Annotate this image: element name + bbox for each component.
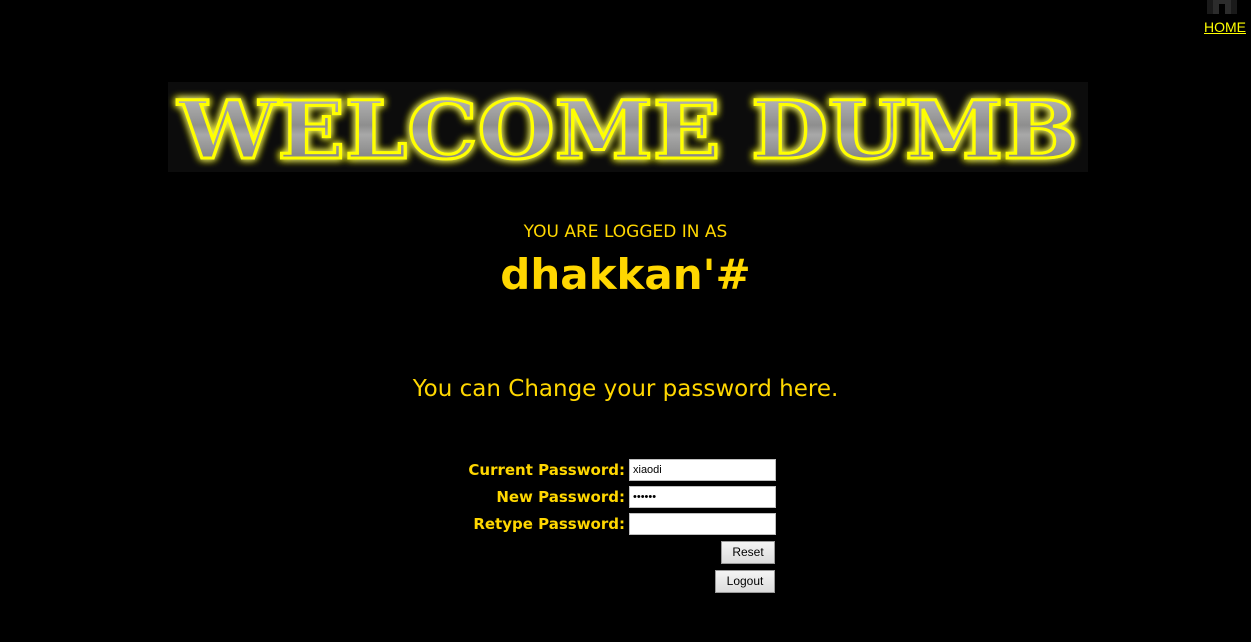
- welcome-banner: WELCOME DUMB: [168, 82, 1088, 172]
- current-password-input[interactable]: [629, 459, 776, 481]
- retype-password-label: Retype Password:: [473, 515, 625, 533]
- logout-button[interactable]: Logout: [715, 570, 775, 593]
- retype-password-input[interactable]: [629, 513, 776, 535]
- home-link[interactable]: HOME: [1204, 19, 1246, 35]
- username: dhakkan'#: [500, 250, 751, 299]
- retype-password-row: Retype Password:: [420, 513, 776, 537]
- current-password-row: Current Password:: [420, 459, 776, 483]
- welcome-banner-text: WELCOME DUMB: [177, 83, 1078, 172]
- new-password-input[interactable]: [629, 486, 776, 508]
- change-password-message: You can Change your password here.: [412, 376, 839, 402]
- new-password-row: New Password:: [420, 486, 776, 510]
- logged-in-label: YOU ARE LOGGED IN AS: [523, 222, 728, 242]
- current-password-label: Current Password:: [468, 461, 625, 479]
- reset-button[interactable]: Reset: [721, 541, 775, 564]
- home-icon[interactable]: [1207, 0, 1237, 14]
- new-password-label: New Password:: [496, 488, 625, 506]
- page: HOME WELCOME DUMB YOU ARE LOGGED IN AS d…: [0, 0, 1251, 642]
